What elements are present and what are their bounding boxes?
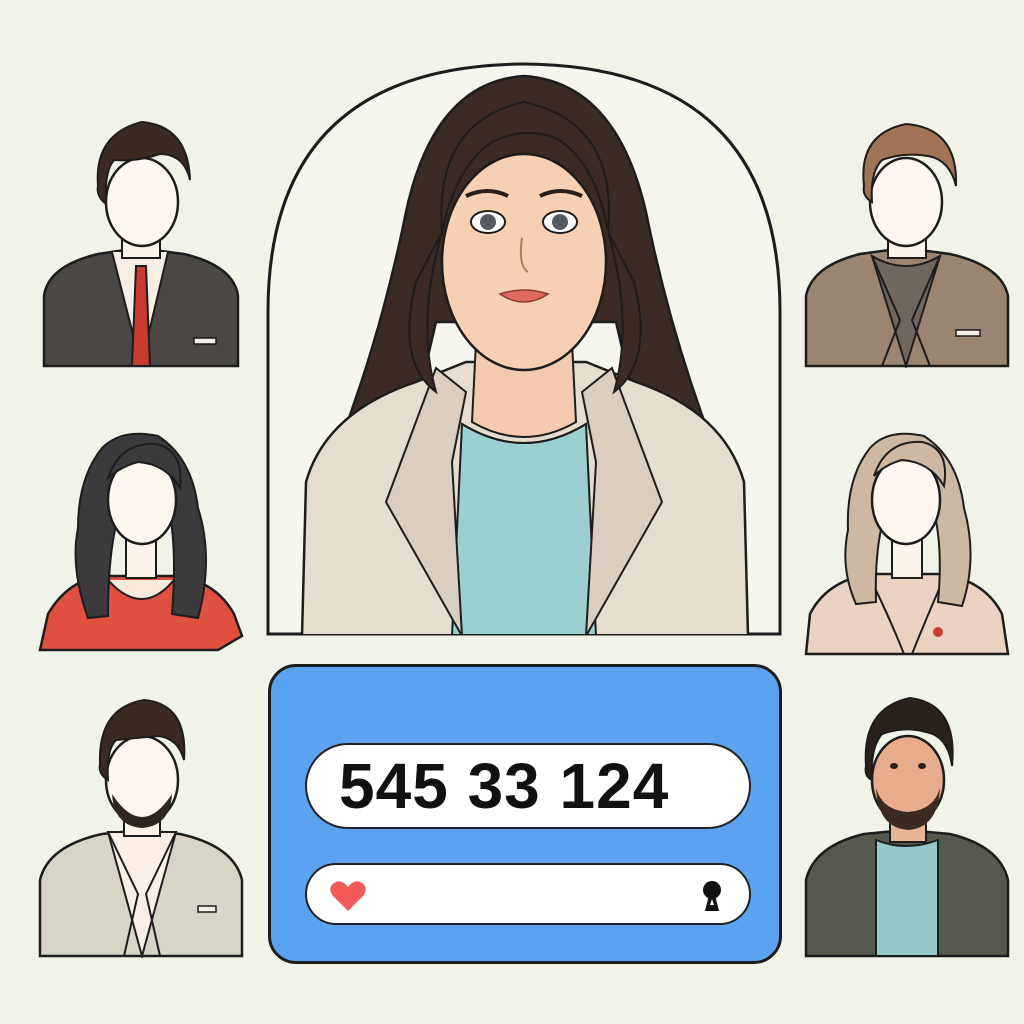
keyhole-icon[interactable] — [701, 879, 723, 918]
contact-card-man-brown-blazer[interactable] — [804, 116, 1010, 368]
phone-number-display[interactable]: 545 33 124 — [305, 743, 751, 829]
contact-card-woman-blonde[interactable] — [804, 418, 1010, 658]
selected-contact-portrait[interactable] — [266, 62, 782, 636]
dialer-panel: 545 33 124 — [268, 664, 782, 964]
contact-card-man-red-tie[interactable] — [38, 116, 244, 368]
phone-number-text: 545 33 124 — [339, 750, 670, 822]
contact-card-man-beige-blazer[interactable] — [38, 694, 244, 958]
contact-card-woman-red-top[interactable] — [38, 418, 244, 658]
contact-action-bar — [305, 863, 751, 925]
contact-card-man-beard[interactable] — [804, 692, 1010, 958]
heart-icon[interactable] — [329, 879, 367, 918]
